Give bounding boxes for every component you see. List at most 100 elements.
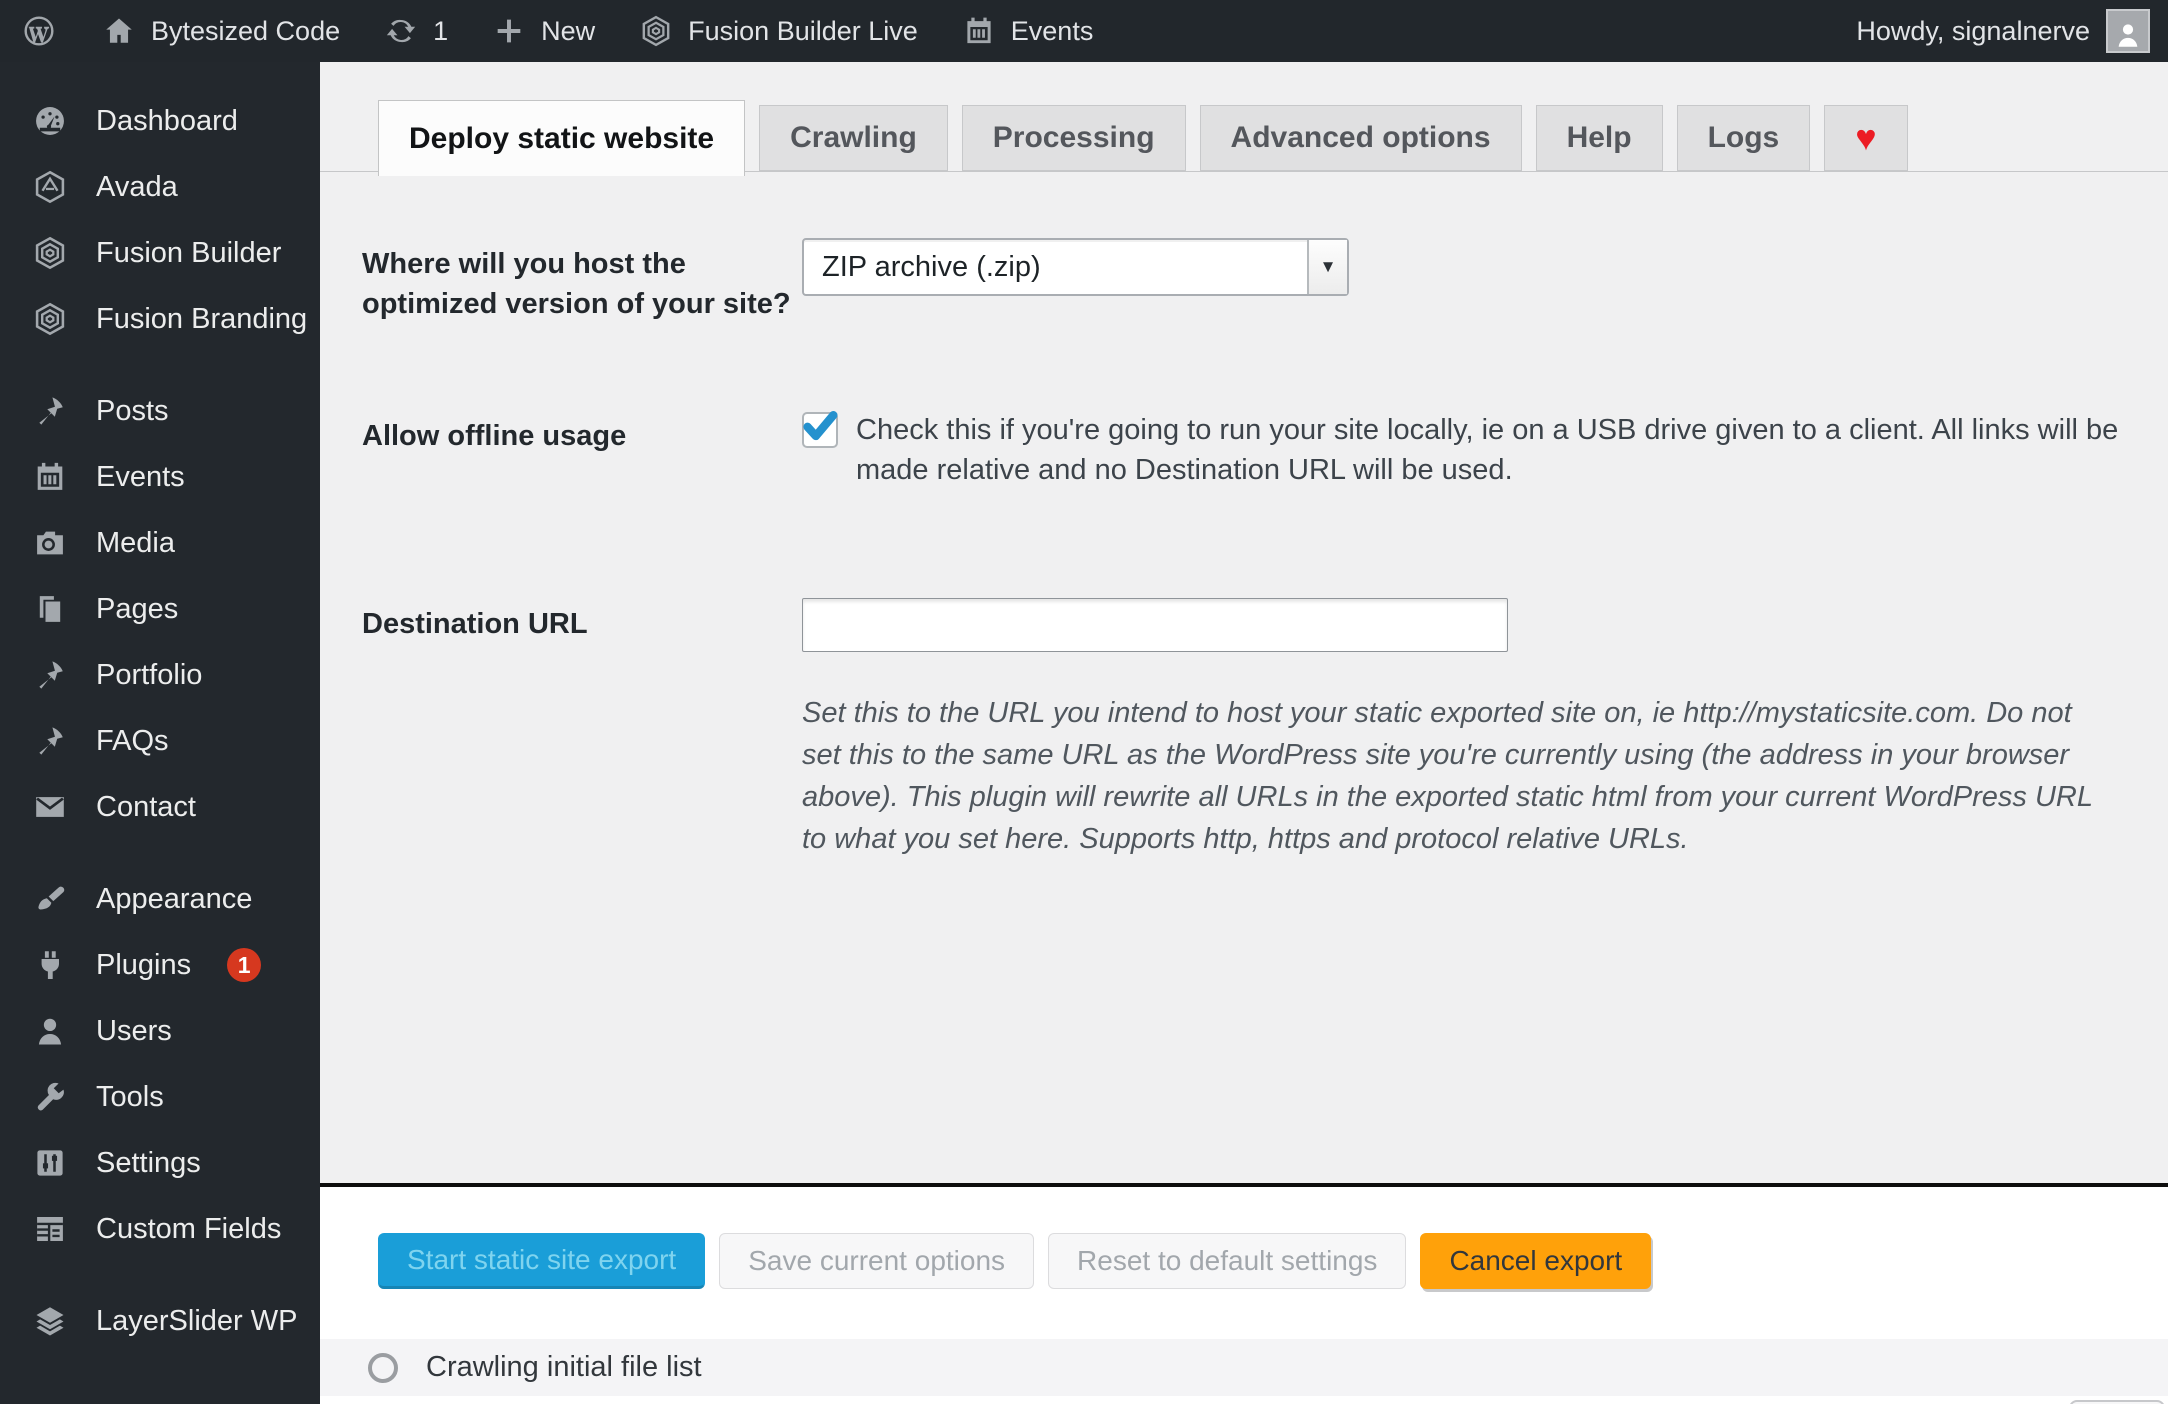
sidebar-item-label: Settings — [96, 1146, 201, 1179]
tab-crawling[interactable]: Crawling — [759, 105, 948, 171]
main-content: Deploy static website Crawling Processing A… — [320, 62, 2168, 1404]
clipped-button[interactable] — [2069, 1400, 2165, 1404]
tab-label: Processing — [992, 121, 1155, 154]
pages-icon — [30, 589, 70, 629]
sidebar-item-plugins[interactable]: Plugins 1 — [0, 932, 320, 998]
sidebar-item-label: Users — [96, 1014, 172, 1047]
fusion-hexagon-icon — [30, 299, 70, 339]
tab-help[interactable]: Help — [1535, 105, 1663, 171]
checkmark-icon — [803, 411, 838, 441]
sidebar-item-faqs[interactable]: FAQs — [0, 708, 320, 774]
tab-deploy-static-website[interactable]: Deploy static website — [378, 100, 746, 176]
tab-advanced-options[interactable]: Advanced options — [1199, 105, 1522, 171]
sidebar-item-avada[interactable]: Avada — [0, 154, 320, 220]
home-icon — [100, 12, 138, 50]
admin-bar: Bytesized Code 1 New Fusion Builder Live Eve… — [0, 0, 2168, 62]
user-silhouette-icon — [2118, 24, 2138, 47]
progress-circle-icon — [368, 1352, 398, 1383]
sidebar-item-tools[interactable]: Tools — [0, 1064, 320, 1130]
update-count-badge: 1 — [227, 948, 262, 982]
admin-bar-item-events[interactable]: Events — [960, 12, 1094, 50]
action-buttons-row: Start static site export Save current op… — [320, 1187, 2168, 1289]
dashboard-icon — [30, 101, 70, 141]
plus-icon — [490, 12, 528, 50]
sidebar-item-media[interactable]: Media — [0, 510, 320, 576]
sidebar-item-appearance[interactable]: Appearance — [0, 866, 320, 932]
admin-bar-item-1[interactable]: 1 — [382, 12, 448, 50]
admin-bar-item-bytesized-code[interactable]: Bytesized Code — [100, 12, 340, 50]
destination-url-input[interactable] — [802, 598, 1508, 652]
sidebar-item-contact[interactable]: Contact — [0, 774, 320, 840]
start-export-button[interactable]: Start static site export — [378, 1233, 706, 1289]
pushpin-icon — [30, 721, 70, 761]
sidebar-item-label: Pages — [96, 592, 179, 625]
tab-heart[interactable]: ♥ — [1824, 105, 1908, 171]
form-row-offline: Allow offline usage Check this if you're… — [362, 410, 2168, 490]
sidebar-item-posts[interactable]: Posts — [0, 378, 320, 444]
admin-bar-item-label: New — [541, 15, 596, 46]
save-options-button[interactable]: Save current options — [719, 1233, 1035, 1289]
admin-bar-item-label: Fusion Builder Live — [688, 15, 918, 46]
admin-bar-item-label: Events — [1010, 15, 1094, 46]
sidebar-item-label: Appearance — [96, 882, 253, 915]
avatar[interactable] — [2106, 9, 2150, 53]
tab-processing[interactable]: Processing — [961, 105, 1186, 171]
progress-row[interactable]: Crawling initial file list — [320, 1339, 2168, 1396]
admin-bar-item-label: Bytesized Code — [151, 15, 341, 46]
sidebar-item-label: Avada — [96, 170, 178, 203]
destination-help-text: Set this to the URL you intend to host y… — [802, 697, 2093, 855]
cancel-export-button[interactable]: Cancel export — [1420, 1233, 1652, 1289]
admin-bar-item-wordpress-logo[interactable] — [20, 12, 58, 50]
admin-bar-left: Bytesized Code 1 New Fusion Builder Live Eve… — [0, 12, 1093, 50]
camera-icon — [30, 523, 70, 563]
calendar-icon — [30, 457, 70, 497]
sidebar-item-label: Tools — [96, 1080, 164, 1113]
wordpress-logo-icon — [20, 12, 58, 50]
grid-icon — [30, 1209, 70, 1249]
sidebar-item-settings[interactable]: Settings — [0, 1130, 320, 1196]
sidebar-item-portfolio[interactable]: Portfolio — [0, 642, 320, 708]
sidebar-item-dashboard[interactable]: Dashboard — [0, 88, 320, 154]
sidebar-menu: Dashboard Avada Fusion Builder Fusion Brand… — [0, 62, 320, 1354]
sidebar-item-label: Plugins — [96, 948, 192, 981]
admin-bar-account[interactable]: Howdy, signalnerve — [1856, 9, 2168, 53]
sidebar: Dashboard Avada Fusion Builder Fusion Brand… — [0, 62, 320, 1404]
sidebar-item-layerslider-wp[interactable]: LayerSlider WP — [0, 1288, 320, 1354]
layers-icon — [30, 1301, 70, 1341]
sidebar-item-label: Custom Fields — [96, 1212, 282, 1245]
destination-label: Destination URL — [362, 608, 588, 640]
updates-icon — [382, 12, 420, 50]
sidebar-item-label: FAQs — [96, 724, 169, 757]
tab-label: Crawling — [790, 121, 917, 154]
sidebar-item-events[interactable]: Events — [0, 444, 320, 510]
offline-checkbox[interactable] — [802, 411, 838, 448]
sidebar-item-label: Media — [96, 526, 175, 559]
sidebar-item-fusion-branding[interactable]: Fusion Branding — [0, 286, 320, 352]
sidebar-item-fusion-builder[interactable]: Fusion Builder — [0, 220, 320, 286]
settings-form: Where will you host the optimized versio… — [320, 172, 2168, 1183]
user-icon — [30, 1011, 70, 1051]
tab-label: Advanced options — [1230, 121, 1491, 154]
sidebar-item-pages[interactable]: Pages — [0, 576, 320, 642]
host-select[interactable]: ZIP archive (.zip) ▼ — [802, 238, 1349, 296]
admin-bar-item-fusion-builder-live[interactable]: Fusion Builder Live — [637, 12, 918, 50]
actions-section: Start static site export Save current op… — [320, 1183, 2168, 1404]
tab-logs[interactable]: Logs — [1676, 105, 1811, 171]
fusion-hexagon-icon — [30, 233, 70, 273]
reset-defaults-button[interactable]: Reset to default settings — [1048, 1233, 1407, 1289]
sidebar-item-label: Fusion Builder — [96, 236, 282, 269]
form-row-destination: Destination URL Set this to the URL you … — [362, 598, 2168, 860]
offline-label: Allow offline usage — [362, 420, 627, 452]
host-label: Where will you host the optimized versio… — [362, 248, 791, 320]
pushpin-icon — [30, 655, 70, 695]
sidebar-item-label: Portfolio — [96, 658, 203, 691]
offline-help-text: Check this if you're going to run your s… — [856, 414, 2119, 486]
pushpin-icon — [30, 391, 70, 431]
plug-icon — [30, 945, 70, 985]
sidebar-item-label: Contact — [96, 790, 196, 823]
sidebar-item-label: Dashboard — [96, 104, 238, 137]
sidebar-item-custom-fields[interactable]: Custom Fields — [0, 1196, 320, 1262]
sidebar-item-users[interactable]: Users — [0, 998, 320, 1064]
admin-bar-item-new[interactable]: New — [490, 12, 595, 50]
sliders-icon — [30, 1143, 70, 1183]
